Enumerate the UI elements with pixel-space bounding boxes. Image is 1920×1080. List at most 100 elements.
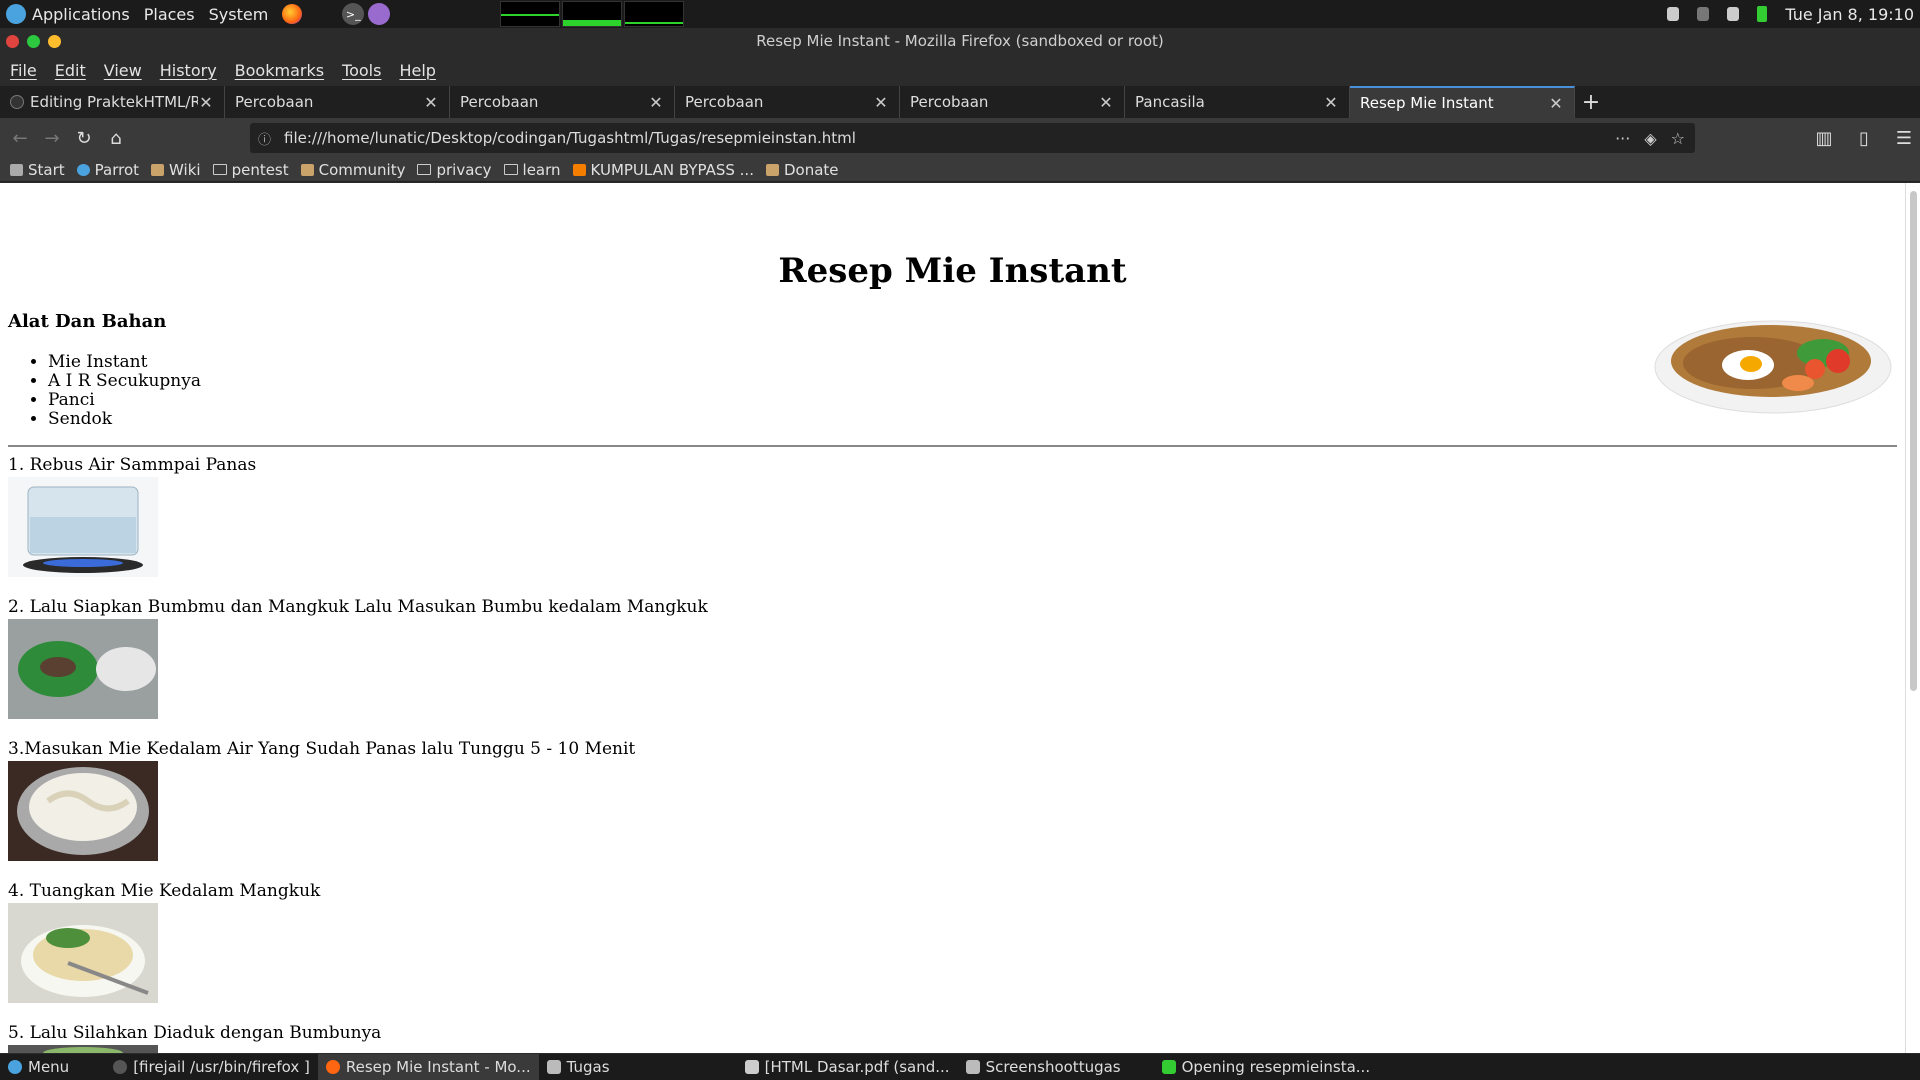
folder-icon (503, 164, 518, 175)
tab-percobaan-3[interactable]: Percobaan ✕ (675, 86, 900, 118)
tab-label: Percobaan (910, 93, 989, 111)
new-tab-button[interactable]: + (1575, 86, 1607, 118)
hamburger-menu-icon[interactable]: ☰ (1888, 122, 1920, 154)
address-url[interactable]: file:///home/lunatic/Desktop/codingan/Tu… (284, 129, 856, 147)
memory-monitor (562, 1, 623, 27)
close-tab-icon[interactable]: ✕ (648, 93, 664, 112)
close-window-button[interactable] (6, 35, 19, 48)
fried-noodle-image (1654, 320, 1892, 414)
places-menu[interactable]: Places (144, 5, 195, 24)
noodles-in-pot-image (8, 761, 158, 861)
tab-pancasila[interactable]: Pancasila ✕ (1125, 86, 1350, 118)
menu-tools[interactable]: Tools (342, 61, 381, 80)
menu-bookmarks[interactable]: Bookmarks (235, 61, 324, 80)
taskbar-item-firejail[interactable]: [firejail /usr/bin/firefox ] (105, 1054, 318, 1080)
menu-help[interactable]: Help (399, 61, 435, 80)
bookmark-kumpulan-bypass[interactable]: KUMPULAN BYPASS ... (572, 160, 754, 179)
bookmark-parrot[interactable]: Parrot (76, 161, 139, 179)
document-icon (744, 1060, 759, 1074)
bookmark-community[interactable]: Community (300, 160, 406, 179)
address-bar[interactable]: ⓘ file:///home/lunatic/Desktop/codingan/… (250, 123, 1695, 153)
navigation-toolbar: ← → ↻ ⌂ ⓘ file:///home/lunatic/Desktop/c… (0, 118, 1920, 158)
bookmark-label: Community (318, 160, 406, 179)
close-tab-icon[interactable]: ✕ (198, 93, 214, 112)
taskbar-item-firefox[interactable]: Resep Mie Instant - Mo... (317, 1054, 539, 1080)
network-monitor (624, 1, 685, 27)
menu-file[interactable]: File (10, 61, 37, 80)
taskbar-menu-button[interactable]: Menu (0, 1054, 77, 1080)
page-scrollbar[interactable] (1905, 183, 1920, 1053)
clock[interactable]: Tue Jan 8, 19:10 (1785, 5, 1914, 24)
battery-icon[interactable] (1757, 6, 1768, 22)
home-button[interactable]: ⌂ (100, 122, 132, 154)
menu-view[interactable]: View (104, 61, 142, 80)
taskbar-item-label: Tugas (566, 1058, 610, 1076)
close-tab-icon[interactable]: ✕ (873, 93, 889, 112)
system-menu[interactable]: System (209, 5, 269, 24)
close-tab-icon[interactable]: ✕ (423, 93, 439, 112)
minimize-window-button[interactable] (48, 35, 61, 48)
bookmark-label: Start (28, 160, 65, 179)
window-titlebar: Resep Mie Instant - Mozilla Firefox (san… (0, 28, 1920, 54)
taskbar: Menu [firejail /usr/bin/firefox ] Resep … (0, 1054, 1920, 1080)
wifi-icon[interactable] (1727, 7, 1740, 21)
tools-heading: Alat Dan Bahan (8, 311, 167, 332)
close-tab-icon[interactable]: ✕ (1098, 93, 1114, 112)
tab-percobaan-2[interactable]: Percobaan ✕ (450, 86, 675, 118)
places-label: Places (143, 4, 195, 24)
taskbar-item-html-dasar[interactable]: [HTML Dasar.pdf (sand... (737, 1054, 958, 1080)
menu-history[interactable]: History (160, 61, 217, 80)
forward-button[interactable]: → (36, 122, 68, 154)
bluetooth-icon[interactable] (1667, 7, 1680, 21)
taskbar-item-opening[interactable]: Opening resepmieinsta... (1154, 1054, 1379, 1080)
maximize-window-button[interactable] (27, 35, 40, 48)
reload-button[interactable]: ↻ (68, 122, 100, 154)
bookmark-pentest[interactable]: pentest (212, 161, 289, 179)
firefox-launcher-icon[interactable] (282, 4, 303, 24)
step-2-text: 2. Lalu Siapkan Bumbmu dan Mangkuk Lalu … (8, 597, 708, 617)
taskbar-item-tugas[interactable]: Tugas (539, 1054, 737, 1080)
taskbar-item-label: Resep Mie Instant - Mo... (345, 1058, 531, 1076)
folder-icon (417, 164, 432, 175)
page-actions-icon[interactable]: ··· (1615, 129, 1630, 148)
tab-label: Percobaan (685, 93, 764, 111)
scrollbar-thumb[interactable] (1910, 191, 1917, 691)
library-icon[interactable]: ▥ (1808, 122, 1840, 154)
taskbar-menu-label: Menu (28, 1058, 70, 1076)
bookmark-start[interactable]: Start (10, 161, 65, 179)
tab-percobaan-1[interactable]: Percobaan ✕ (225, 86, 450, 118)
firefox-icon (325, 1060, 340, 1074)
bookmark-star-icon[interactable]: ☆ (1671, 129, 1685, 148)
bookmark-privacy[interactable]: privacy (417, 161, 492, 179)
pocket-icon[interactable]: ◈ (1644, 129, 1656, 148)
list-item: Mie Instant (48, 353, 201, 372)
menu-edit[interactable]: Edit (55, 61, 86, 80)
tab-label: Editing PraktekHTML/RE (30, 93, 198, 111)
bookmark-learn[interactable]: learn (503, 161, 561, 179)
parrot-logo-icon (6, 4, 26, 24)
volume-icon[interactable] (1697, 7, 1710, 21)
page-viewport[interactable]: Resep Mie Instant Alat Dan Bahan Mie Ins… (0, 183, 1905, 1053)
bookmark-label: KUMPULAN BYPASS ... (590, 160, 754, 179)
sidebar-icon[interactable]: ▯ (1848, 122, 1880, 154)
step-3-text: 3.Masukan Mie Kedalam Air Yang Sudah Pan… (8, 739, 636, 759)
bookmarks-toolbar: Start Parrot Wiki pentest Community priv… (0, 158, 1920, 182)
tab-editing-praktek[interactable]: Editing PraktekHTML/RE ✕ (0, 86, 225, 118)
step-5-text: 5. Lalu Silahkan Diaduk dengan Bumbunya (8, 1023, 382, 1043)
taskbar-item-screenshoottugas[interactable]: Screenshoottugas (958, 1054, 1154, 1080)
tab-percobaan-4[interactable]: Percobaan ✕ (900, 86, 1125, 118)
applications-menu[interactable]: Applications (0, 4, 130, 24)
close-tab-icon[interactable]: ✕ (1323, 93, 1339, 112)
cpu-monitor (500, 1, 561, 27)
bookmark-wiki[interactable]: Wiki (151, 161, 201, 179)
text-editor-launcher-icon[interactable] (368, 3, 391, 25)
terminal-launcher-icon[interactable]: >_ (342, 3, 365, 25)
parrot-icon (76, 163, 90, 176)
tab-resep-mie-instant[interactable]: Resep Mie Instant ✕ (1350, 86, 1575, 118)
close-tab-icon[interactable]: ✕ (1548, 94, 1564, 113)
tools-list: Mie Instant A I R Secukupnya Panci Sendo… (48, 353, 201, 429)
back-button[interactable]: ← (4, 122, 36, 154)
page-title: Resep Mie Instant (778, 251, 1127, 291)
site-info-icon[interactable]: ⓘ (258, 129, 276, 148)
bookmark-donate[interactable]: Donate (765, 161, 839, 179)
